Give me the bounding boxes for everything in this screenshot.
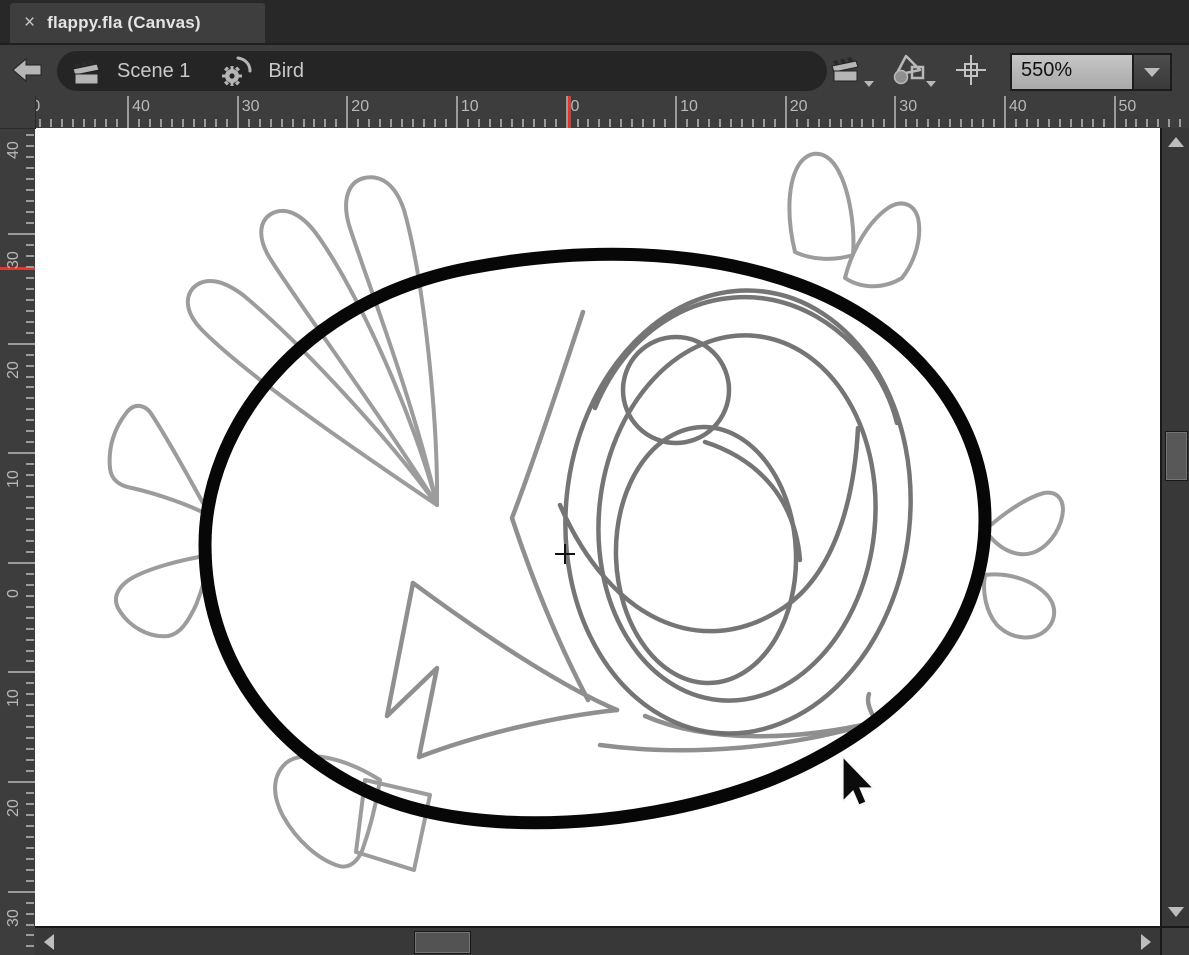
center-frame-button[interactable] [954, 53, 992, 89]
zoom-level-input[interactable]: 550% [1012, 55, 1132, 89]
ruler-label: 10 [4, 675, 24, 707]
ruler-major-tick [785, 96, 787, 128]
breadcrumb-symbol[interactable]: Bird [220, 54, 322, 88]
arrow-up-icon [1168, 137, 1184, 147]
center-frame-icon [954, 53, 988, 87]
ruler-corner [0, 96, 36, 129]
ruler-label: 30 [4, 895, 24, 927]
scroll-up-button[interactable] [1165, 132, 1187, 152]
horizontal-scrollbar-thumb[interactable] [415, 932, 470, 953]
edit-bar: Scene 1 Bird [0, 43, 1189, 96]
breadcrumb-symbol-label: Bird [268, 60, 304, 83]
ruler-major-tick [346, 96, 348, 128]
ruler-major-tick [1004, 96, 1006, 128]
breadcrumb: Scene 1 Bird [57, 51, 827, 91]
zoom-dropdown-button[interactable] [1132, 55, 1170, 89]
vertical-scrollbar[interactable] [1160, 128, 1189, 926]
pointer-cursor [841, 756, 875, 806]
arrow-right-icon [1141, 934, 1151, 950]
ruler-label: 30 [242, 98, 260, 116]
scrollbar-corner [1160, 926, 1189, 955]
ruler-label: 40 [132, 98, 150, 116]
bird-sketch-artwork [35, 128, 1160, 926]
oval-outline-shape [205, 254, 985, 823]
ruler-major-tick [8, 233, 35, 235]
scroll-down-button[interactable] [1165, 902, 1187, 922]
ruler-major-tick [237, 96, 239, 128]
ruler-major-tick [894, 96, 896, 128]
edit-symbols-icon [890, 53, 930, 87]
ruler-major-tick [675, 96, 677, 128]
ruler-major-tick [8, 671, 35, 673]
chevron-down-icon [1144, 68, 1160, 77]
animate-canvas-window: × flappy.fla (Canvas) Scene 1 [0, 0, 1189, 955]
document-tab[interactable]: × flappy.fla (Canvas) [10, 3, 265, 43]
ruler-label: 30 [4, 237, 24, 269]
ruler-major-tick [8, 562, 35, 564]
canvas-stage[interactable] [35, 128, 1160, 926]
document-title: flappy.fla (Canvas) [47, 13, 201, 33]
ruler-label: 10 [461, 98, 479, 116]
ruler-label: 30 [899, 98, 917, 116]
crosshair-cursor [555, 544, 575, 564]
vertical-scrollbar-thumb[interactable] [1166, 432, 1187, 480]
horizontal-scrollbar[interactable] [35, 926, 1160, 955]
ruler-major-tick [8, 891, 35, 893]
document-tab-bar: × flappy.fla (Canvas) [0, 0, 1189, 43]
edit-scene-clapperboard-icon [828, 53, 864, 85]
scroll-left-button[interactable] [39, 931, 59, 953]
ruler-label: 10 [680, 98, 698, 116]
ruler-label: 0 [4, 566, 24, 598]
ruler-major-tick [566, 96, 568, 128]
ruler-major-tick [8, 781, 35, 783]
ruler-major-tick [1114, 96, 1116, 128]
ruler-label: 0 [571, 98, 580, 116]
ruler-label: 50 [1119, 98, 1137, 116]
arrow-down-icon [1168, 907, 1184, 917]
symbol-gear-icon [220, 54, 254, 88]
edit-scene-button[interactable] [828, 53, 874, 89]
ruler-label: 40 [1009, 98, 1027, 116]
ruler-label: 20 [4, 347, 24, 379]
zoom-control: 550% [1010, 53, 1172, 91]
ruler-label: 20 [4, 785, 24, 817]
chevron-down-icon [864, 81, 874, 87]
ruler-label: 20 [351, 98, 369, 116]
ruler-major-tick [8, 343, 35, 345]
ruler-major-tick [456, 96, 458, 128]
horizontal-ruler: 504030201001020304050 [35, 96, 1189, 128]
ruler-label: 40 [4, 128, 24, 159]
scroll-right-button[interactable] [1136, 931, 1156, 953]
ruler-label: 20 [790, 98, 808, 116]
breadcrumb-scene-label: Scene 1 [117, 60, 190, 83]
ruler-major-tick [127, 96, 129, 128]
vertical-ruler: 40 30 20 10 0 10 20 30 [0, 128, 35, 955]
clapperboard-icon [69, 54, 103, 88]
arrow-left-icon [44, 934, 54, 950]
close-icon[interactable]: × [24, 13, 35, 32]
breadcrumb-scene[interactable]: Scene 1 [69, 54, 208, 88]
edit-symbols-button[interactable] [890, 53, 936, 89]
back-button[interactable] [12, 57, 42, 83]
ruler-label: 10 [4, 456, 24, 488]
ruler-major-tick [8, 452, 35, 454]
chevron-down-icon [926, 81, 936, 87]
